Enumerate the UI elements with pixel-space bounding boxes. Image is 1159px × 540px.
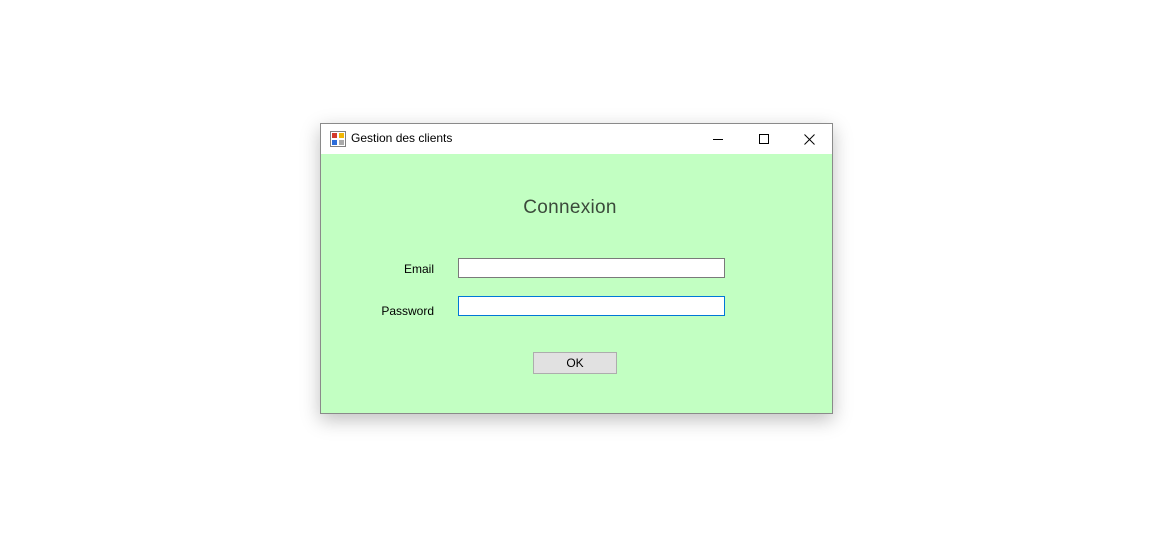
ok-button[interactable]: OK bbox=[533, 352, 617, 374]
window-title: Gestion des clients bbox=[351, 131, 453, 145]
maximize-icon bbox=[759, 134, 769, 144]
login-window: Gestion des clients Connexion Email Pass… bbox=[320, 123, 833, 414]
password-field[interactable] bbox=[458, 296, 725, 316]
close-icon bbox=[803, 133, 815, 145]
maximize-button[interactable] bbox=[741, 124, 787, 154]
minimize-icon bbox=[713, 139, 723, 140]
email-field[interactable] bbox=[458, 258, 725, 278]
title-bar[interactable]: Gestion des clients bbox=[321, 124, 832, 154]
app-icon bbox=[330, 131, 346, 147]
password-label: Password bbox=[381, 304, 434, 318]
email-label: Email bbox=[403, 262, 434, 276]
form-heading: Connexion bbox=[523, 197, 617, 218]
close-button[interactable] bbox=[786, 124, 832, 154]
minimize-button[interactable] bbox=[695, 124, 741, 154]
